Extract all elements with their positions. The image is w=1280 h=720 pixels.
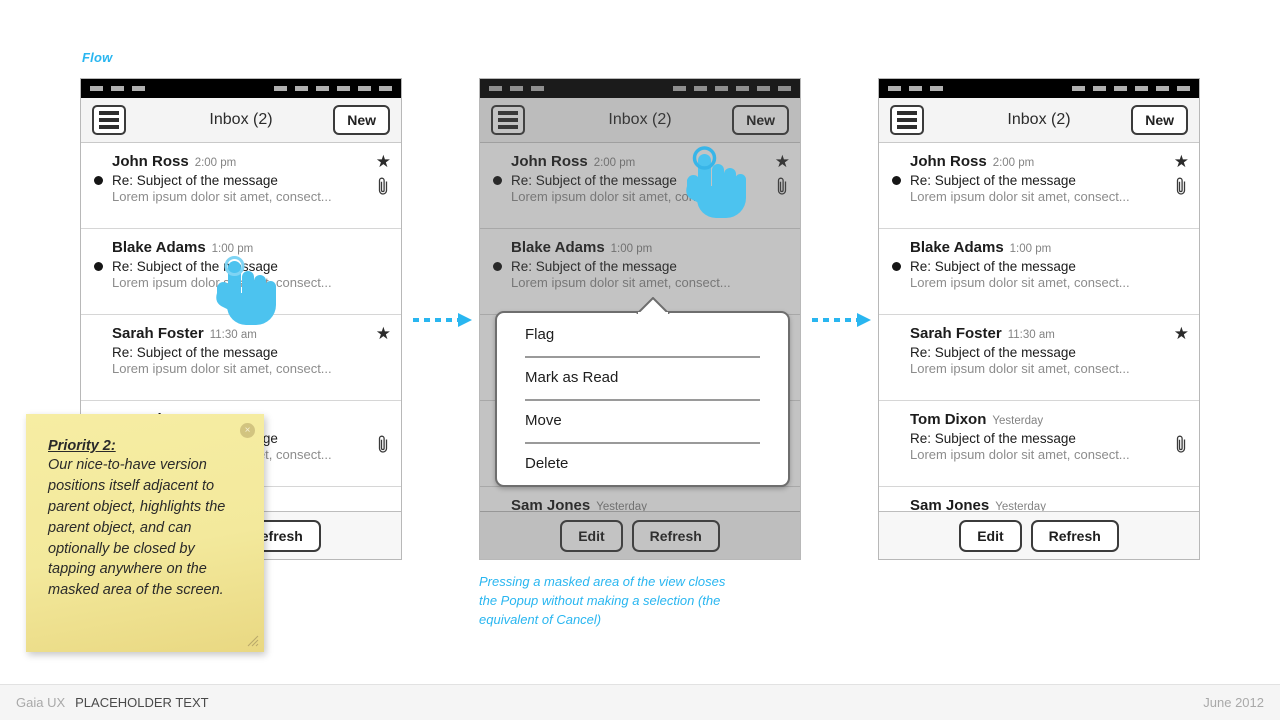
app-header: Inbox (2) New: [879, 98, 1199, 143]
app-header: Inbox (2) New: [81, 98, 401, 143]
hand-tap-icon: [686, 146, 746, 218]
message-list: John Ross 2:00 pm Re: Subject of the mess…: [879, 143, 1199, 559]
unread-dot-icon: [94, 262, 103, 271]
bottom-toolbar: Edit Refresh: [879, 511, 1199, 559]
status-dash-icon: [274, 86, 287, 91]
status-dash-icon: [358, 86, 371, 91]
close-icon[interactable]: ×: [240, 423, 255, 438]
list-item[interactable]: John Ross 2:00 pm Re: Subject of the mess…: [879, 143, 1199, 229]
new-button[interactable]: New: [1131, 105, 1188, 135]
status-dash-icon: [909, 86, 922, 91]
mockup-canvas: Flow Inbox (2) New John Ross 2:00 pm Re:…: [0, 0, 1280, 720]
popup-item-flag[interactable]: Flag: [497, 313, 788, 356]
message-subject: Re: Subject of the message: [910, 431, 1076, 446]
refresh-button[interactable]: Refresh: [1030, 519, 1119, 552]
flow-caption: Pressing a masked area of the view close…: [479, 574, 726, 628]
status-dash-icon: [316, 86, 329, 91]
message-sender: Sarah Foster: [910, 325, 1002, 342]
flow-label: Flow: [82, 50, 113, 65]
paperclip-icon: [378, 177, 388, 195]
message-preview: Lorem ipsum dolor sit amet, consect...: [910, 361, 1130, 376]
message-time: 2:00 pm: [194, 157, 237, 169]
status-dash-icon: [379, 86, 392, 91]
hamburger-menu-icon[interactable]: [92, 105, 126, 135]
status-dash-icon: [1135, 86, 1148, 91]
phone-screen-2: Inbox (2) New John Ross 2:00 pm Re: Subje…: [479, 78, 801, 560]
message-preview: Lorem ipsum dolor sit amet, consect...: [910, 189, 1130, 204]
paperclip-icon: [1176, 177, 1186, 195]
message-sender: Sarah Foster: [112, 325, 204, 342]
new-button[interactable]: New: [333, 105, 390, 135]
message-subject: Re: Subject of the message: [910, 345, 1076, 360]
message-sender: Blake Adams: [112, 239, 206, 256]
list-item[interactable]: Blake Adams 1:00 pm Re: Subject of the me…: [879, 229, 1199, 315]
status-dash-icon: [295, 86, 308, 91]
message-subject: Re: Subject of the message: [910, 173, 1076, 188]
message-sender: Tom Dixon: [910, 411, 987, 428]
status-dash-icon: [888, 86, 901, 91]
list-item[interactable]: Sarah Foster 11:30 am Re: Subject of the …: [879, 315, 1199, 401]
footer-date: June 2012: [1203, 695, 1264, 710]
list-item[interactable]: Tom Dixon Yesterday Re: Subject of the me…: [879, 401, 1199, 487]
message-sender: John Ross: [112, 153, 189, 170]
star-icon[interactable]: ★: [1174, 153, 1189, 170]
message-subject: Re: Subject of the message: [112, 173, 278, 188]
context-popup-menu: Flag Mark as Read Move Delete: [495, 297, 790, 487]
message-subject: Re: Subject of the message: [910, 259, 1076, 274]
star-icon[interactable]: ★: [376, 325, 391, 342]
unread-dot-icon: [94, 176, 103, 185]
unread-dot-icon: [892, 176, 901, 185]
page-footer: Gaia UX PLACEHOLDER TEXT June 2012: [0, 684, 1280, 720]
hamburger-menu-icon[interactable]: [890, 105, 924, 135]
star-icon[interactable]: ★: [1174, 325, 1189, 342]
status-dash-icon: [1093, 86, 1106, 91]
message-time: 11:30 am: [209, 329, 257, 341]
list-item[interactable]: John Ross 2:00 pm Re: Subject of the mess…: [81, 143, 401, 229]
status-dash-icon: [1072, 86, 1085, 91]
message-subject: Re: Subject of the message: [112, 345, 278, 360]
footer-brand: Gaia UX: [16, 695, 66, 710]
message-time: Yesterday: [992, 415, 1044, 427]
status-dash-icon: [90, 86, 103, 91]
status-dash-icon: [930, 86, 943, 91]
message-time: 2:00 pm: [992, 157, 1035, 169]
popup-item-mark-as-read[interactable]: Mark as Read: [497, 356, 788, 399]
sticky-note-title: Priority 2:: [48, 438, 116, 454]
status-dash-icon: [132, 86, 145, 91]
status-dash-icon: [1114, 86, 1127, 91]
hand-pointer-icon: [216, 256, 276, 325]
popup-item-delete[interactable]: Delete: [497, 442, 788, 485]
status-bar: [879, 79, 1199, 98]
sticky-note[interactable]: × Priority 2: Our nice-to-have version p…: [26, 414, 264, 652]
status-bar: [81, 79, 401, 98]
flow-arrow-icon: [413, 313, 472, 327]
message-preview: Lorem ipsum dolor sit amet, consect...: [910, 275, 1130, 290]
footer-placeholder-text: PLACEHOLDER TEXT: [75, 695, 209, 710]
message-preview: Lorem ipsum dolor sit amet, consect...: [112, 189, 332, 204]
message-time: 11:30 am: [1007, 329, 1055, 341]
paperclip-icon: [1176, 435, 1186, 453]
message-sender: Blake Adams: [910, 239, 1004, 256]
message-sender: John Ross: [910, 153, 987, 170]
status-dash-icon: [1177, 86, 1190, 91]
message-preview: Lorem ipsum dolor sit amet, consect...: [112, 361, 332, 376]
message-time: 1:00 pm: [1009, 243, 1052, 255]
resize-grip-icon[interactable]: [245, 633, 259, 647]
unread-dot-icon: [892, 262, 901, 271]
popup-tail-icon: [636, 297, 670, 314]
status-dash-icon: [111, 86, 124, 91]
sticky-note-body: Our nice-to-have version positions itsel…: [48, 457, 226, 599]
star-icon[interactable]: ★: [376, 153, 391, 170]
flow-arrow-icon: [812, 313, 871, 327]
message-preview: Lorem ipsum dolor sit amet, consect...: [910, 447, 1130, 462]
status-dash-icon: [337, 86, 350, 91]
status-dash-icon: [1156, 86, 1169, 91]
popup-item-move[interactable]: Move: [497, 399, 788, 442]
edit-button[interactable]: Edit: [959, 519, 1022, 552]
phone-screen-3: Inbox (2) New John Ross 2:00 pm Re: Subje…: [878, 78, 1200, 560]
paperclip-icon: [378, 435, 388, 453]
